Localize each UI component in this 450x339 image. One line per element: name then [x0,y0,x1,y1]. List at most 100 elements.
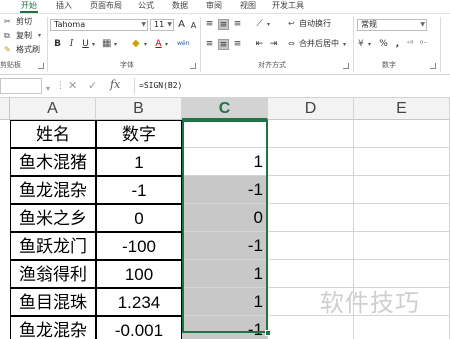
font-color-button[interactable]: A [153,39,164,50]
align-top-icon[interactable]: ≡ [204,19,215,30]
enter-icon[interactable]: ✓ [88,79,97,93]
wrap-text-button[interactable]: 自动换行 [299,19,331,29]
empty-cell[interactable] [354,316,450,339]
name-cell[interactable]: 渔翁得利 [10,260,96,288]
column-header-d[interactable]: D [268,98,354,120]
empty-cell[interactable] [268,260,354,288]
result-cell[interactable]: 1 [182,148,268,176]
empty-cell[interactable] [268,176,354,204]
result-cell[interactable]: -1 [182,232,268,260]
chevron-down-icon[interactable]: ▾ [114,40,117,50]
name-cell[interactable]: 鱼跃龙门 [10,232,96,260]
formula-input[interactable]: =SIGN(B2) [134,78,450,94]
result-cell[interactable]: -1 [182,176,268,204]
chevron-down-icon[interactable]: ▾ [144,40,147,50]
name-cell[interactable]: 鱼米之乡 [10,204,96,232]
result-cell[interactable]: 1 [182,260,268,288]
result-cell[interactable]: -1 [182,316,268,339]
tab-home[interactable]: 开始 [16,0,42,13]
fill-color-icon[interactable]: ◆ [132,39,140,49]
value-cell[interactable]: 0 [96,204,182,232]
column-header-b[interactable]: B [96,98,182,120]
percent-button[interactable]: % [378,39,389,50]
name-cell[interactable]: 鱼木混猪 [10,148,96,176]
empty-cell[interactable] [268,204,354,232]
empty-cell[interactable] [268,316,354,339]
borders-icon[interactable]: ▦ [102,39,111,49]
format-painter-button[interactable]: 格式刷 [16,45,40,55]
font-name-select[interactable]: Tahoma ▼ [50,19,148,31]
decrease-decimal-icon[interactable]: ⁰⁻ [420,39,427,49]
font-size-select[interactable]: 11 ▼ [150,19,174,31]
phonetic-button[interactable]: wén [177,39,189,49]
chevron-down-icon[interactable]: ▾ [165,40,168,50]
italic-button[interactable]: I [66,39,77,50]
chevron-down-icon[interactable]: ▾ [46,82,50,96]
value-cell[interactable]: -0.001 [96,316,182,339]
decrease-indent-icon[interactable]: ⇤ [254,39,265,50]
chevron-down-icon[interactable]: ▾ [267,20,270,30]
copy-button[interactable]: 复制 [16,31,32,41]
chevron-down-icon[interactable]: ▾ [38,31,41,41]
empty-cell[interactable] [354,260,450,288]
column-header-a[interactable]: A [10,98,96,120]
cut-button[interactable]: 剪切 [16,17,32,27]
empty-cell[interactable] [354,148,450,176]
value-cell[interactable]: -100 [96,232,182,260]
increase-indent-icon[interactable]: ⇥ [268,39,279,50]
tab-page-layout[interactable]: 页面布局 [88,0,124,13]
value-cell[interactable]: -1 [96,176,182,204]
empty-cell[interactable] [268,148,354,176]
align-center-icon[interactable]: ≡ [218,39,229,50]
number-format-select[interactable]: 常规 ▼ [357,19,427,31]
tab-formulas[interactable]: 公式 [134,0,158,13]
name-cell[interactable]: 鱼龙混杂 [10,176,96,204]
header-cell-result[interactable] [182,120,268,148]
chevron-down-icon[interactable]: ▾ [368,40,371,50]
align-middle-icon[interactable]: ≡ [218,19,229,30]
empty-cell[interactable] [354,120,450,148]
tab-review[interactable]: 审阅 [202,0,226,13]
align-right-icon[interactable]: ≡ [232,39,243,50]
header-cell-value[interactable]: 数字 [96,120,182,148]
column-header-e[interactable]: E [354,98,450,120]
value-cell[interactable]: 1 [96,148,182,176]
name-box[interactable] [0,78,42,94]
result-cell[interactable]: 0 [182,204,268,232]
column-header-c[interactable]: C [182,98,268,120]
underline-button[interactable]: U [80,39,91,50]
currency-icon[interactable]: ¥ [358,39,364,49]
empty-cell[interactable] [268,232,354,260]
align-left-icon[interactable]: ≡ [204,39,215,50]
grow-font-button[interactable]: A [176,19,187,30]
empty-cell[interactable] [354,232,450,260]
bold-button[interactable]: B [52,39,63,50]
font-launcher-icon[interactable] [190,63,196,69]
shrink-font-button[interactable]: A [188,20,199,31]
empty-cell[interactable] [354,204,450,232]
comma-style-button[interactable]: , [392,39,403,50]
tab-data[interactable]: 数据 [168,0,192,13]
select-all-corner[interactable] [0,98,10,120]
empty-cell[interactable] [268,120,354,148]
tab-insert[interactable]: 插入 [52,0,76,13]
result-cell[interactable]: 1 [182,288,268,316]
chevron-down-icon[interactable]: ▾ [92,40,95,50]
orientation-icon[interactable]: ⟋ [254,19,265,30]
value-cell[interactable]: 100 [96,260,182,288]
name-cell[interactable]: 鱼目混珠 [10,288,96,316]
alignment-launcher-icon[interactable] [343,63,349,69]
align-bottom-icon[interactable]: ≡ [232,19,243,30]
insert-function-icon[interactable]: fx [110,78,120,91]
tab-view[interactable]: 视图 [236,0,260,13]
chevron-down-icon[interactable]: ▾ [343,40,346,50]
cancel-icon[interactable]: ✕ [68,79,77,93]
fill-handle[interactable] [265,330,271,336]
name-cell[interactable]: 鱼龙混杂 [10,316,96,339]
value-cell[interactable]: 1.234 [96,288,182,316]
header-cell-name[interactable]: 姓名 [10,120,96,148]
number-launcher-icon[interactable] [430,63,436,69]
merge-center-button[interactable]: 合并后居中 [299,39,339,49]
increase-decimal-icon[interactable]: ⁺⁰ [406,39,413,49]
tab-developer[interactable]: 开发工具 [270,0,306,13]
